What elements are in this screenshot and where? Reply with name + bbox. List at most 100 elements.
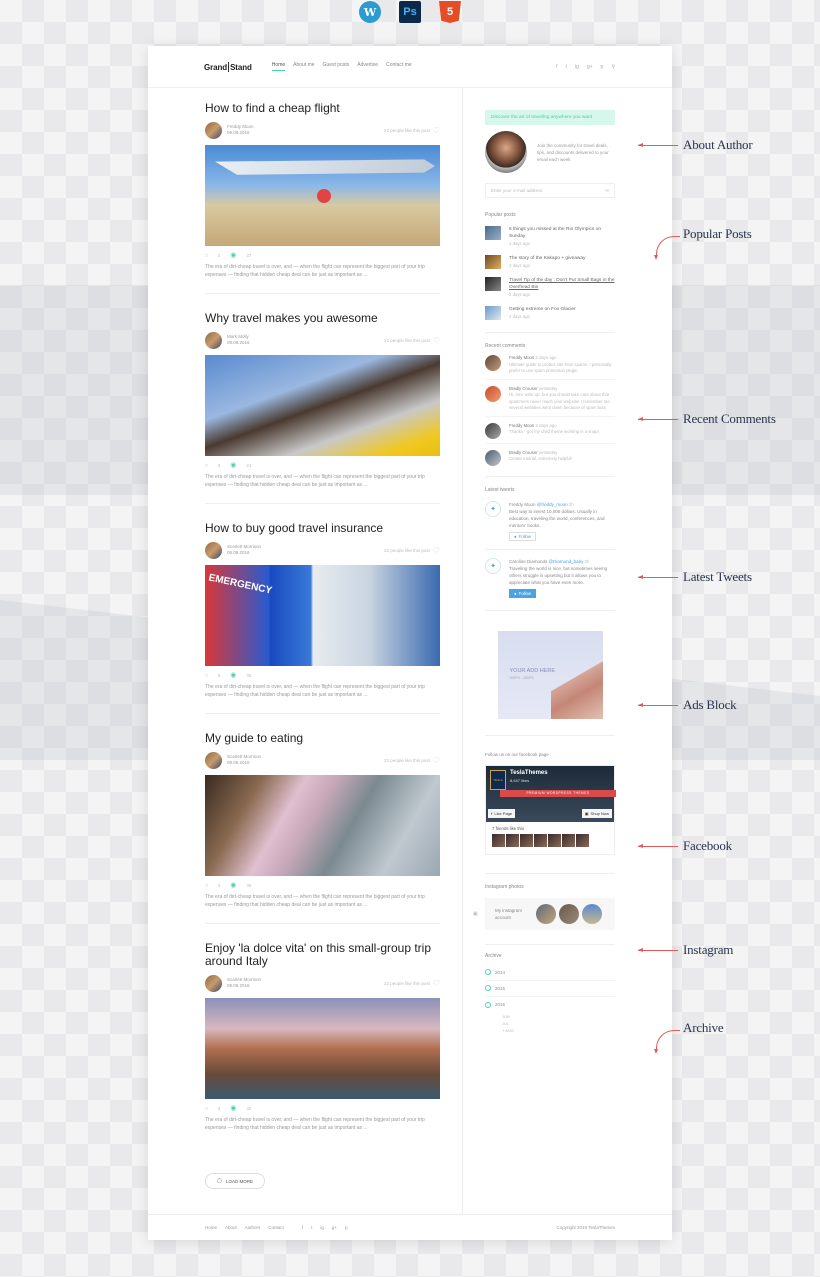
load-more-button[interactable]: ◯ LOAD MORE: [205, 1173, 265, 1189]
site-logo[interactable]: Grand Stand: [204, 61, 252, 72]
twitter-icon[interactable]: t: [311, 1225, 312, 1230]
follow-button[interactable]: ● Follow: [509, 531, 537, 541]
author-avatar[interactable]: [205, 121, 222, 139]
post-image[interactable]: [205, 775, 440, 876]
author-avatar[interactable]: [205, 974, 222, 992]
instagram-widget[interactable]: ▣ My instagram account: [473, 897, 615, 930]
popular-post[interactable]: The story of the Kakapo + giveaway 2 days…: [485, 255, 615, 269]
google-plus-icon[interactable]: g+: [332, 1225, 337, 1230]
eye-icon: ◉: [230, 882, 237, 889]
nav-about-me[interactable]: About me: [293, 62, 314, 71]
archive-year[interactable]: 2015: [485, 981, 615, 997]
follow-button[interactable]: ● Follow: [509, 588, 537, 598]
recent-comments-title: Recent comments: [485, 343, 526, 349]
friend-avatar[interactable]: [492, 833, 505, 847]
commenter-name[interactable]: Bradly Crouser: [509, 450, 538, 455]
commenter-avatar[interactable]: [485, 355, 501, 371]
archive-month[interactable]: + AUG: [502, 1027, 615, 1034]
tweet-author[interactable]: Caroline Diamonds: [509, 559, 547, 564]
facebook-icon[interactable]: f: [556, 64, 557, 70]
instagram-photo[interactable]: [582, 903, 602, 924]
pinterest-icon[interactable]: p: [601, 64, 604, 70]
comment-text: Hi, nice write up, but you should take c…: [509, 392, 610, 410]
likes-count: 22 people like this post: [384, 980, 430, 986]
nav-contact-me[interactable]: Contact me: [386, 62, 412, 71]
tweet-handle[interactable]: @freddy_moon: [537, 502, 568, 507]
email-input[interactable]: Enter your e-mail address ✉: [485, 183, 615, 198]
popular-post[interactable]: 6 things you missed at the Rio Olympics …: [485, 226, 615, 247]
post-title[interactable]: How to buy good travel insurance: [205, 522, 440, 535]
facebook-page-name[interactable]: TeslaThemes: [510, 770, 548, 776]
archive-month[interactable]: JUL: [502, 1020, 615, 1027]
popular-post[interactable]: Travel Tip of the day : Don't Put Small …: [485, 277, 615, 298]
popular-post[interactable]: Getting extreme on Fox Glacier 2 days ago: [485, 306, 615, 320]
commenter-avatar[interactable]: [485, 385, 501, 402]
friend-avatar[interactable]: [506, 833, 519, 847]
facebook-icon[interactable]: f: [302, 1225, 303, 1230]
commenter-name[interactable]: Bradly Crouser: [509, 386, 538, 391]
footer-link-authors[interactable]: Authors: [245, 1225, 261, 1230]
commenter-name[interactable]: Freddy Moon: [509, 423, 534, 428]
post-image[interactable]: [205, 355, 440, 456]
heart-icon[interactable]: ♡: [433, 126, 440, 135]
tweet-author[interactable]: Freddy Moon: [509, 502, 536, 507]
nav-guest-posts[interactable]: Guest posts: [323, 62, 350, 71]
post-image[interactable]: EMERGENCY: [205, 565, 440, 666]
annotation-ads-block: Ads Block: [683, 697, 737, 712]
friend-avatar[interactable]: [520, 833, 533, 847]
archive-month[interactable]: JUN: [502, 1013, 615, 1020]
author-avatar[interactable]: [205, 751, 222, 769]
mail-icon[interactable]: ✉: [605, 188, 609, 194]
friend-avatar[interactable]: [576, 833, 589, 847]
annotation-recent-comments: Recent Comments: [683, 411, 776, 426]
post-card: How to buy good travel insurance Scarlet…: [205, 522, 440, 714]
post-title[interactable]: My guide to eating: [205, 732, 440, 745]
nav-home[interactable]: Home: [271, 62, 286, 71]
google-plus-icon[interactable]: g+: [587, 64, 593, 70]
footer-link-contact[interactable]: Contact: [268, 1225, 284, 1230]
like-page-button[interactable]: f Like Page: [488, 808, 516, 818]
shop-now-button[interactable]: ▣ Shop Now: [581, 808, 612, 818]
instagram-icon[interactable]: ig: [320, 1225, 324, 1230]
likes-count: 22 people like this post: [384, 337, 430, 343]
expand-icon: [485, 985, 491, 991]
archive-year[interactable]: 2014: [485, 965, 615, 981]
friend-avatar[interactable]: [562, 833, 575, 847]
archive-year[interactable]: 2016: [485, 997, 615, 1013]
post-image[interactable]: [205, 145, 440, 246]
pinterest-icon[interactable]: p: [345, 1225, 348, 1230]
author-avatar[interactable]: [205, 331, 222, 349]
post-meta: Scarlett Morrison 09.08.2016 22 people li…: [205, 541, 440, 559]
heart-icon[interactable]: ♡: [433, 979, 440, 988]
instagram-icon[interactable]: ig: [575, 64, 579, 70]
popular-post-title[interactable]: Getting extreme on Fox Glacier: [509, 306, 576, 313]
popular-post-title[interactable]: 6 things you missed at the Rio Olympics …: [509, 226, 615, 240]
search-icon[interactable]: ⚲: [611, 64, 615, 70]
post-title[interactable]: How to find a cheap flight: [205, 102, 440, 115]
twitter-icon[interactable]: t: [566, 64, 567, 70]
instagram-photo[interactable]: [536, 903, 556, 924]
commenter-name[interactable]: Freddy Moon: [509, 355, 534, 360]
author-avatar[interactable]: [205, 541, 222, 559]
commenter-avatar[interactable]: [485, 422, 501, 439]
heart-icon[interactable]: ♡: [433, 546, 440, 555]
post-title[interactable]: Enjoy 'la dolce vita' on this small-grou…: [205, 942, 440, 968]
friend-avatar[interactable]: [548, 833, 561, 847]
ad-block[interactable]: YOUR ADD HERE 300PX - 250PX: [497, 630, 603, 719]
commenter-avatar[interactable]: [485, 449, 501, 466]
tweet-handle[interactable]: @Diamond_baby: [549, 559, 584, 564]
heart-icon[interactable]: ♡: [433, 336, 440, 345]
heart-icon[interactable]: ♡: [433, 756, 440, 765]
view-count: 21: [246, 462, 252, 468]
video-play-icon[interactable]: [317, 189, 331, 203]
facebook-page-logo[interactable]: TESLA: [490, 769, 506, 790]
popular-post-title[interactable]: Travel Tip of the day : Don't Put Small …: [509, 277, 615, 291]
footer-link-home[interactable]: Home: [205, 1225, 217, 1230]
instagram-photo[interactable]: [559, 903, 579, 924]
post-title[interactable]: Why travel makes you awesome: [205, 312, 440, 325]
post-image[interactable]: [205, 998, 440, 1099]
popular-post-title[interactable]: The story of the Kakapo + giveaway: [509, 255, 585, 262]
friend-avatar[interactable]: [534, 833, 547, 847]
nav-advertise[interactable]: Advertise: [357, 62, 378, 71]
footer-link-about[interactable]: About: [225, 1225, 237, 1230]
